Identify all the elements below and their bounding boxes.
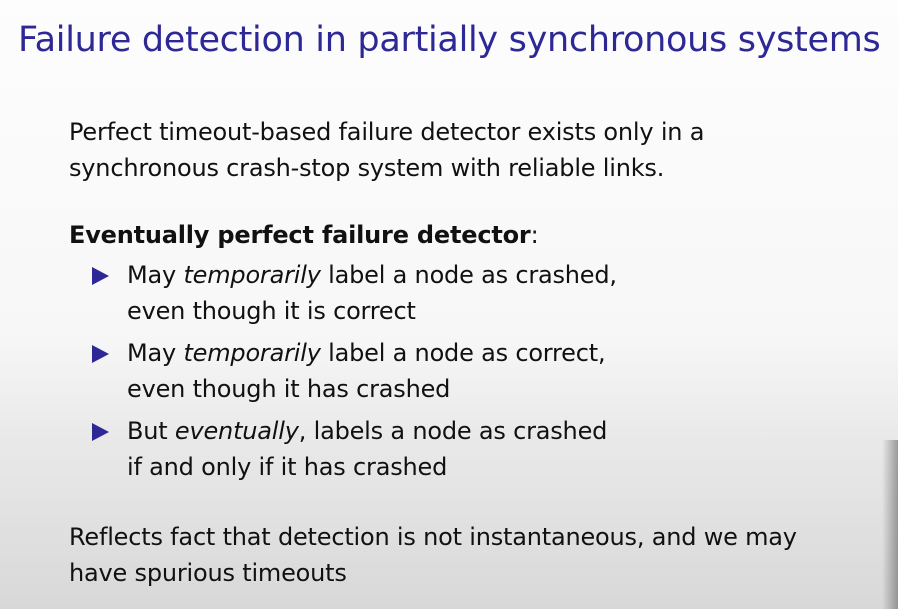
bullet-emphasis: temporarily [183, 339, 321, 367]
bullet-line-2: if and only if it has crashed [127, 453, 448, 481]
section-heading-suffix: : [530, 221, 539, 249]
list-item: May temporarily label a node as crashed,… [90, 257, 617, 329]
intro-paragraph: Perfect timeout-based failure detector e… [69, 114, 704, 186]
bullet-pre: May [127, 261, 184, 289]
bullet-line-1: May temporarily label a node as crashed, [127, 257, 617, 293]
section-heading: Eventually perfect failure detector: [69, 217, 539, 253]
bullet-emphasis: temporarily [183, 261, 321, 289]
bullet-pre: May [127, 339, 184, 367]
right-triangle-icon [92, 267, 109, 285]
bullet-line-2: even though it is correct [127, 297, 416, 325]
bullet-post: label a node as correct, [320, 339, 606, 367]
conclusion-line-1: Reflects fact that detection is not inst… [69, 523, 797, 551]
slide: Failure detection in partially synchrono… [0, 0, 898, 609]
conclusion-line-2: have spurious timeouts [69, 559, 347, 587]
bullet-line-1: But eventually, labels a node as crashed [127, 413, 617, 449]
intro-line-1: Perfect timeout-based failure detector e… [69, 118, 705, 146]
bullet-post: , labels a node as crashed [298, 417, 608, 445]
bullet-emphasis: eventually [174, 417, 299, 445]
list-item: May temporarily label a node as correct,… [90, 335, 617, 407]
bullet-line-1: May temporarily label a node as correct, [127, 335, 617, 371]
bullet-list: May temporarily label a node as crashed,… [90, 257, 617, 491]
bullet-pre: But [127, 417, 175, 445]
bullet-line-2: even though it has crashed [127, 375, 451, 403]
right-triangle-icon [92, 345, 109, 363]
section-heading-bold: Eventually perfect failure detector [69, 221, 531, 249]
conclusion-paragraph: Reflects fact that detection is not inst… [69, 519, 797, 591]
right-triangle-icon [92, 423, 109, 441]
edge-shadow [882, 440, 898, 609]
list-item: But eventually, labels a node as crashed… [90, 413, 617, 485]
slide-title: Failure detection in partially synchrono… [18, 20, 881, 60]
intro-line-2: synchronous crash-stop system with relia… [69, 154, 665, 182]
bullet-post: label a node as crashed, [320, 261, 617, 289]
